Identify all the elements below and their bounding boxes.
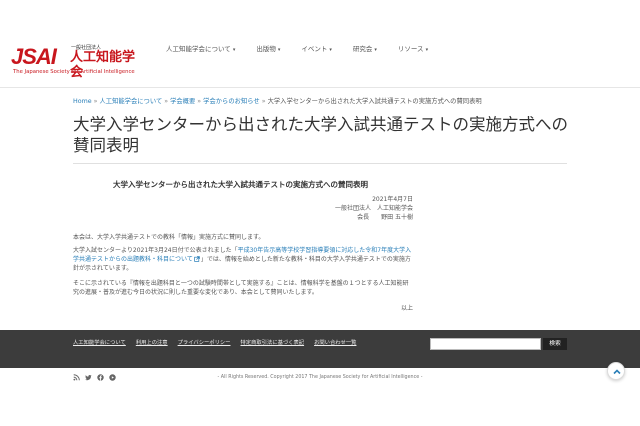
footer-link-terms[interactable]: 利用上の注意 xyxy=(136,339,168,347)
chevron-down-icon: ▾ xyxy=(232,47,236,53)
logo-english-name: The Japanese Society for Artificial Inte… xyxy=(13,69,135,75)
search-input[interactable] xyxy=(430,338,541,350)
article-closing: 以上 xyxy=(400,305,413,312)
paragraph-text: 大学入試センターより2021年3月24日付で公表されました「 xyxy=(73,247,238,254)
site-header: JSAI 一般社団法人 人工知能学会 The Japanese Society … xyxy=(0,0,640,88)
chevron-down-icon: ▾ xyxy=(277,47,281,53)
title-divider xyxy=(73,163,567,164)
footer-link-commerce-law[interactable]: 特定商取引法に基づく表記 xyxy=(240,339,304,347)
nav-item-label: 人工知能学会について xyxy=(166,45,231,53)
chevron-down-icon: ▾ xyxy=(425,47,429,53)
page-title: 大学入学センターから出された大学入試共通テストの実施方式への賛同表明 xyxy=(73,115,568,155)
nav-item-resources[interactable]: リソース ▾ xyxy=(398,44,428,55)
nav-item-label: 出版物 xyxy=(256,45,276,53)
footer-link-about[interactable]: 人工知能学会について xyxy=(73,339,126,347)
nav-item-sig[interactable]: 研究会 ▾ xyxy=(353,44,377,55)
search-button[interactable]: 検索 xyxy=(543,338,567,350)
footer-link-contact[interactable]: お問い合わせ一覧 xyxy=(314,339,356,347)
breadcrumb-current: 大学入学センターから出された大学入試共通テストの実施方式への賛同表明 xyxy=(267,98,482,105)
chevron-down-icon: ▾ xyxy=(329,47,332,53)
footer-link-privacy[interactable]: プライバシーポリシー xyxy=(178,339,231,347)
breadcrumb: Home» 人工知能学会について» 学会概要» 学会からのお知らせ» 大学入学センターか… xyxy=(73,97,482,106)
article-heading: 大学入学センターから出された大学入試共通テストの実施方式への賛同表明 xyxy=(113,180,368,189)
article-paragraph-1: 本会は、大学入学共通テストでの教科「情報」実施方式に賛同します。 xyxy=(73,234,265,241)
back-to-top-button[interactable] xyxy=(607,362,625,380)
breadcrumb-separator: » xyxy=(93,98,98,105)
logo-mark: JSAI xyxy=(11,44,57,69)
footer-links: 人工知能学会について 利用上の注意 プライバシーポリシー 特定商取引法に基づく表… xyxy=(73,339,366,347)
chevron-down-icon: ▾ xyxy=(374,47,377,53)
breadcrumb-separator: » xyxy=(164,98,169,105)
chevron-up-icon xyxy=(613,369,621,375)
header-divider xyxy=(0,87,640,88)
external-link-icon xyxy=(194,256,200,262)
article-date: 2021年4月7日 xyxy=(372,196,413,203)
breadcrumb-item-overview[interactable]: 学会概要 xyxy=(170,98,195,105)
nav-item-publications[interactable]: 出版物 ▾ xyxy=(256,44,280,55)
nav-item-label: リソース xyxy=(397,45,424,53)
main-nav: 人工知能学会について ▾ 出版物 ▾ イベント ▾ 研究会 ▾ リソース ▾ xyxy=(166,44,449,55)
site-logo[interactable]: JSAI 一般社団法人 人工知能学会 The Japanese Society … xyxy=(11,44,136,80)
nav-item-label: イベント xyxy=(301,45,328,53)
article-paragraph-3: そこに示されている『情報を出題科目と一つの試験時間帯として実施する』ことは、情報… xyxy=(73,280,409,296)
article-org: 一般社団法人 人工知能学会 xyxy=(334,205,413,212)
breadcrumb-item-news[interactable]: 学会からのお知らせ xyxy=(203,98,260,105)
breadcrumb-item-about[interactable]: 人工知能学会について xyxy=(99,98,162,105)
breadcrumb-home[interactable]: Home xyxy=(73,98,92,105)
copyright-text: - All Rights Reserved. Copyright 2017 Th… xyxy=(217,375,423,380)
article-paragraph-2: 大学入試センターより2021年3月24日付で公表されました「平成30年告示高等学… xyxy=(73,246,413,273)
breadcrumb-separator: » xyxy=(261,98,266,105)
nav-item-label: 研究会 xyxy=(352,45,373,53)
article-president: 会長 野田 五十樹 xyxy=(357,214,413,221)
nav-item-about[interactable]: 人工知能学会について ▾ xyxy=(166,44,235,55)
breadcrumb-separator: » xyxy=(197,98,202,105)
nav-item-events[interactable]: イベント ▾ xyxy=(301,44,332,55)
